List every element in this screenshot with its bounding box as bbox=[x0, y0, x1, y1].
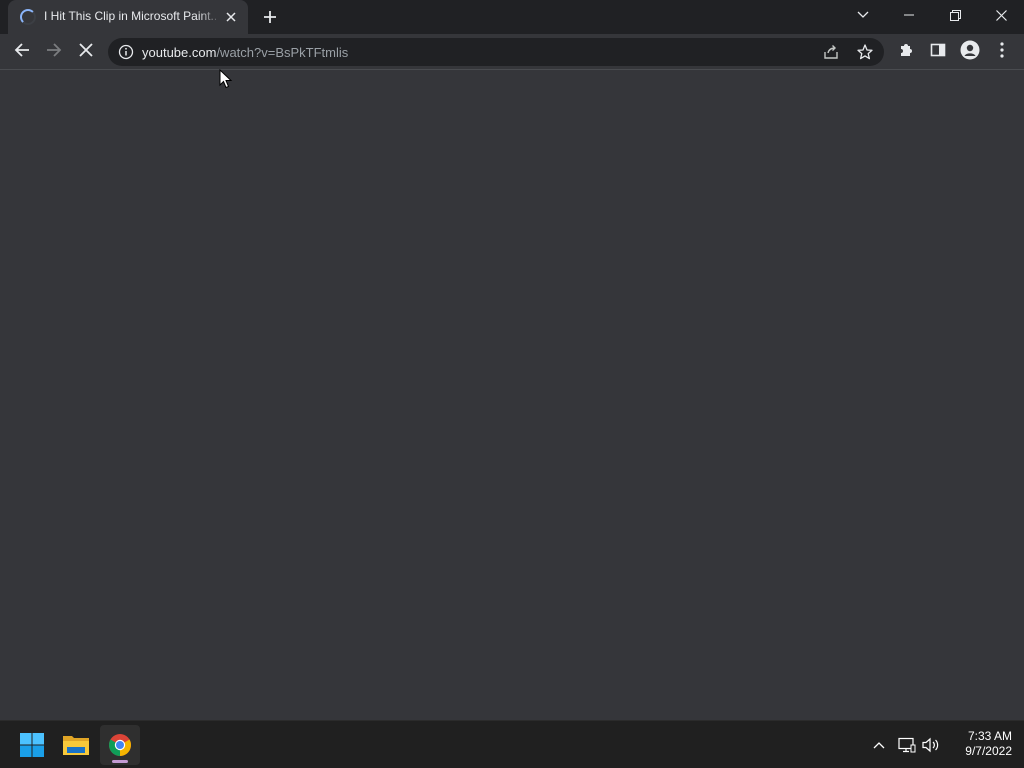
tab-close-icon[interactable] bbox=[222, 8, 240, 26]
restore-button[interactable] bbox=[932, 0, 978, 30]
minimize-button[interactable] bbox=[886, 0, 932, 30]
back-button[interactable] bbox=[8, 36, 36, 64]
url-path: /watch?v=BsPkTFtmlis bbox=[216, 45, 349, 60]
clock-date: 9/7/2022 bbox=[965, 744, 1012, 758]
chrome-taskbar-button[interactable] bbox=[100, 725, 140, 765]
profile-icon[interactable] bbox=[956, 36, 984, 64]
share-icon[interactable] bbox=[822, 43, 840, 61]
address-bar[interactable]: youtube.com/watch?v=BsPkTFtmlis bbox=[108, 38, 884, 66]
info-icon[interactable] bbox=[118, 44, 134, 60]
file-explorer-button[interactable] bbox=[56, 725, 96, 765]
url-host: youtube.com bbox=[142, 45, 217, 60]
new-tab-button[interactable] bbox=[258, 5, 282, 29]
mouse-cursor-icon bbox=[219, 68, 233, 89]
folder-icon bbox=[63, 736, 89, 755]
bookmark-star-icon[interactable] bbox=[856, 43, 874, 61]
browser-toolbar: youtube.com/watch?v=BsPkTFtmlis bbox=[0, 34, 1024, 70]
tab-active[interactable]: I Hit This Clip in Microsoft Paint... bbox=[8, 0, 248, 34]
page-content[interactable] bbox=[0, 70, 1024, 720]
forward-button[interactable] bbox=[40, 36, 68, 64]
clock-time: 7:33 AM bbox=[967, 729, 1012, 743]
taskbar: 7:33 AM 9/7/2022 bbox=[0, 720, 1024, 768]
chrome-icon bbox=[109, 734, 131, 756]
volume-icon[interactable] bbox=[920, 734, 942, 756]
active-app-indicator bbox=[112, 760, 128, 763]
start-button[interactable] bbox=[12, 725, 52, 765]
loading-spinner-icon bbox=[20, 9, 36, 25]
close-window-button[interactable] bbox=[978, 0, 1024, 30]
taskbar-clock[interactable]: 7:33 AM 9/7/2022 bbox=[948, 729, 1012, 759]
windows-icon bbox=[20, 733, 44, 757]
address-url[interactable]: youtube.com/watch?v=BsPkTFtmlis bbox=[142, 45, 348, 60]
more-vert-icon[interactable] bbox=[988, 36, 1016, 64]
side-panel-icon[interactable] bbox=[924, 36, 952, 64]
chevron-up-icon[interactable] bbox=[868, 734, 890, 756]
tab-title: I Hit This Clip in Microsoft Paint... bbox=[44, 9, 216, 23]
extensions-puzzle-icon[interactable] bbox=[892, 36, 920, 64]
stop-loading-button[interactable] bbox=[72, 36, 100, 64]
tab-search-icon[interactable] bbox=[840, 0, 886, 30]
browser-titlebar: I Hit This Clip in Microsoft Paint... bbox=[0, 0, 1024, 34]
network-icon[interactable] bbox=[896, 734, 918, 756]
